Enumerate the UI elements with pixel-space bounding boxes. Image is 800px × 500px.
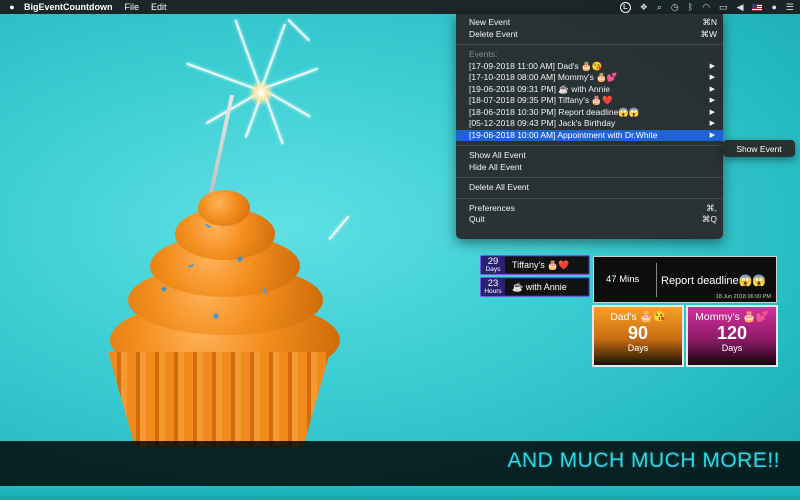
event-item[interactable]: [18-06-2018 10:30 PM] Report deadline😱😱 ▶ <box>456 107 723 119</box>
us-flag-icon[interactable] <box>752 3 763 11</box>
show-event-submenu-item[interactable]: Show Event <box>723 140 795 157</box>
event-item-label: [18-07-2018 09:35 PM] Tiffany's 🎂❤️ <box>469 95 613 105</box>
hide-all-event-item[interactable]: Hide All Event <box>456 162 723 174</box>
new-event-label: New Event <box>469 17 511 27</box>
event-item[interactable]: [05-12-2018 09:43 PM] Jack's Birthday ▶ <box>456 118 723 130</box>
volume-icon[interactable]: ◀ <box>737 2 744 13</box>
event-item[interactable]: [18-07-2018 09:35 PM] Tiffany's 🎂❤️ ▶ <box>456 95 723 107</box>
event-title: Dad's 🎂😘 <box>610 311 666 323</box>
promo-banner: AND MUCH MUCH MORE!! <box>0 441 800 486</box>
event-item[interactable]: [17-09-2018 11:00 AM] Dad's 🎂😘 ▶ <box>456 61 723 73</box>
sparkler-ray <box>287 18 310 42</box>
new-event-shortcut: ⌘N <box>702 17 717 27</box>
event-item[interactable]: [17-10-2018 08:00 AM] Mommy's 🎂💕 ▶ <box>456 72 723 84</box>
cupcake-liner <box>108 352 330 446</box>
countdown-unit: Days <box>485 265 501 273</box>
delete-event-label: Delete Event <box>469 28 518 39</box>
submenu-arrow-icon: ▶ <box>709 131 715 139</box>
new-event-item[interactable]: New Event ⌘N <box>456 17 723 29</box>
quit-shortcut: ⌘Q <box>701 214 717 224</box>
apple-icon[interactable]: ● <box>0 2 24 12</box>
user-icon[interactable]: ● <box>771 2 776 12</box>
event-item-label: [18-06-2018 10:30 PM] Report deadline😱😱 <box>469 106 640 117</box>
countdown-unit: Days <box>721 343 743 353</box>
countdown-unit: Days <box>627 343 649 353</box>
delete-all-event-item[interactable]: Delete All Event <box>456 182 723 194</box>
sparkler-ray <box>328 215 350 240</box>
bigeventcountdown-status-icon[interactable]: L <box>619 1 631 13</box>
event-item-label: [05-12-2018 09:43 PM] Jack's Birthday <box>469 118 616 128</box>
submenu-arrow-icon: ▶ <box>709 120 715 127</box>
submenu-arrow-icon: ▶ <box>709 97 715 104</box>
widget-mommy[interactable]: Mommy's 🎂💕 120 Days <box>686 305 778 367</box>
preferences-label: Preferences <box>469 202 515 213</box>
events-header: Events: <box>469 49 498 59</box>
menu-separator <box>456 197 723 199</box>
status-menu-dropdown: New Event ⌘N Delete Event ⌘W Events: [17… <box>456 14 723 239</box>
widget-tiffany[interactable]: 29 Days Tiffany's 🎂❤️ <box>480 255 590 275</box>
banner-text: AND MUCH MUCH MORE!! <box>507 449 780 472</box>
submenu-arrow-icon: ▶ <box>709 74 715 81</box>
countdown-value: 120 <box>716 323 748 343</box>
menu-separator <box>456 145 723 146</box>
preferences-item[interactable]: Preferences ⌘, <box>456 203 723 215</box>
card-divider <box>656 263 657 297</box>
sparkler-glow <box>248 80 274 106</box>
widget-label: Tiffany's 🎂❤️ <box>512 259 570 270</box>
status-bar: L ❖ ⌕ ◷ ᛒ ◠ ▭ ◀ ● ☰ <box>619 0 794 14</box>
notification-center-icon[interactable]: ☰ <box>786 2 794 13</box>
countdown-number-box: 29 Days <box>481 256 505 274</box>
file-menu[interactable]: File <box>125 2 140 12</box>
dropbox-icon[interactable]: ❖ <box>640 2 648 13</box>
show-all-event-item[interactable]: Show All Event <box>456 150 723 162</box>
bottom-strip <box>0 486 800 500</box>
search-icon[interactable]: ⌕ <box>657 2 662 13</box>
widget-report-deadline[interactable]: 47 Mins Report deadline😱😱 18 Jun 2018 06… <box>593 256 777 303</box>
quit-label: Quit <box>469 214 485 224</box>
countdown-unit: Hours <box>484 287 502 295</box>
event-title: Mommy's 🎂💕 <box>695 311 769 323</box>
event-title: Report deadline😱😱 <box>661 275 767 287</box>
airplay-icon[interactable]: ▭ <box>719 2 728 13</box>
countdown-value: 90 <box>627 323 649 343</box>
settings-icon[interactable]: ◷ <box>671 2 679 13</box>
widget-label: ☕ with Annie <box>512 281 567 292</box>
submenu-arrow-icon: ▶ <box>709 108 715 116</box>
submenu-arrow-icon: ▶ <box>709 85 715 93</box>
widget-dad[interactable]: Dad's 🎂😘 90 Days <box>592 305 684 367</box>
event-item-selected[interactable]: [19-06-2018 10:00 AM] Appointment with D… <box>456 129 723 141</box>
menu-separator <box>456 177 723 178</box>
event-date: 18 Jun 2018 06:00 PM <box>715 294 771 300</box>
event-item-label: [17-09-2018 11:00 AM] Dad's 🎂😘 <box>469 60 603 71</box>
countdown-number-box: 23 Hours <box>481 278 505 296</box>
bluetooth-icon[interactable]: ᛒ <box>688 2 693 12</box>
delete-event-item[interactable]: Delete Event ⌘W <box>456 29 723 41</box>
wifi-icon[interactable]: ◠ <box>702 2 710 13</box>
menu-bar: ● BigEventCountdown File Edit L ❖ ⌕ ◷ ᛒ … <box>0 0 800 14</box>
event-item[interactable]: [19-06-2018 09:31 PM] ☕ with Annie ▶ <box>456 84 723 96</box>
event-item-label: [17-10-2018 08:00 AM] Mommy's 🎂💕 <box>469 72 618 82</box>
quit-item[interactable]: Quit ⌘Q <box>456 214 723 226</box>
frosting-tip <box>198 190 250 226</box>
countdown-value: 47 Mins <box>606 274 640 285</box>
edit-menu[interactable]: Edit <box>151 2 167 12</box>
app-name-menu[interactable]: BigEventCountdown <box>24 2 113 12</box>
preferences-shortcut: ⌘, <box>706 202 717 213</box>
menu-separator <box>456 44 723 45</box>
submenu-arrow-icon: ▶ <box>709 62 715 70</box>
delete-event-shortcut: ⌘W <box>700 28 717 39</box>
event-item-label: [19-06-2018 10:00 AM] Appointment with D… <box>469 129 658 140</box>
widget-annie[interactable]: 23 Hours ☕ with Annie <box>480 277 590 297</box>
event-item-label: [19-06-2018 09:31 PM] ☕ with Annie <box>469 83 611 94</box>
